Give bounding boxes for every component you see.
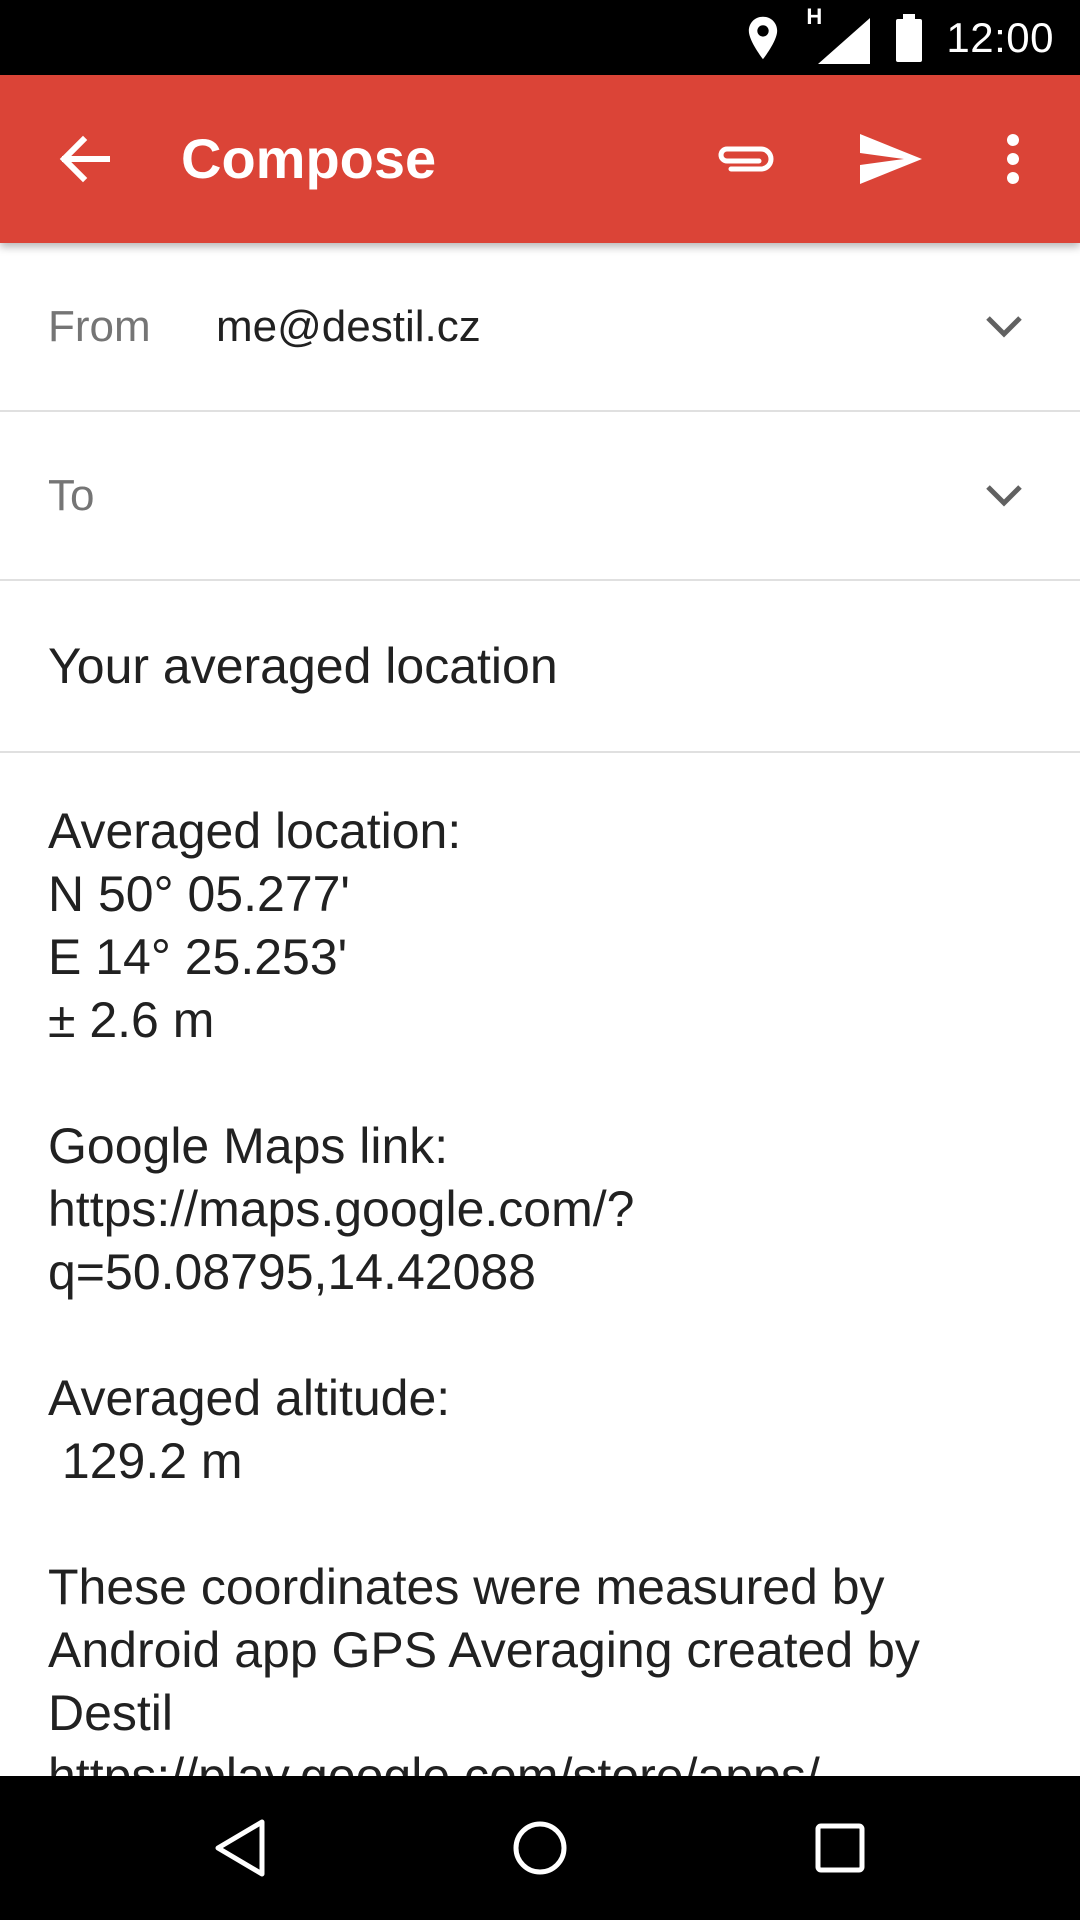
- battery-icon: [896, 13, 923, 62]
- status-bar: H 12:00: [0, 0, 1080, 75]
- from-label: From: [48, 302, 151, 351]
- page-title: Compose: [181, 127, 437, 190]
- to-input[interactable]: [216, 462, 936, 532]
- status-icons: H 12:00: [746, 0, 1054, 75]
- nav-recents-button[interactable]: [800, 1808, 880, 1888]
- nav-back-icon: [215, 1819, 265, 1877]
- nav-home-button[interactable]: [500, 1808, 580, 1888]
- chevron-down-icon: [986, 485, 1022, 507]
- message-body-text[interactable]: Averaged location: N 50° 05.277' E 14° 2…: [48, 800, 1048, 1776]
- overflow-menu-icon: [1007, 134, 1019, 184]
- overflow-menu-button[interactable]: [978, 119, 1048, 199]
- back-arrow-icon: [59, 135, 110, 183]
- attach-button[interactable]: [700, 119, 790, 199]
- status-time: 12:00: [946, 13, 1054, 61]
- subject-row[interactable]: Your averaged location: [0, 581, 1080, 753]
- message-body[interactable]: Averaged location: N 50° 05.277' E 14° 2…: [48, 800, 1048, 1776]
- app-bar: Compose: [0, 75, 1080, 243]
- send-button[interactable]: [846, 119, 936, 199]
- send-icon: [860, 134, 922, 184]
- nav-back-button[interactable]: [200, 1808, 280, 1888]
- from-account-field[interactable]: me@destil.cz: [216, 243, 481, 410]
- signal-icon: H: [806, 4, 871, 64]
- attach-icon: [718, 146, 774, 172]
- nav-home-icon: [513, 1821, 567, 1875]
- network-type-label: H: [806, 3, 823, 29]
- to-label: To: [48, 471, 95, 520]
- location-icon: [749, 16, 778, 59]
- from-dropdown-button[interactable]: [968, 297, 1040, 357]
- back-button[interactable]: [38, 119, 130, 199]
- subject-field[interactable]: Your averaged location: [48, 581, 558, 751]
- nav-recents-icon: [815, 1823, 865, 1873]
- to-row: To: [0, 412, 1080, 581]
- from-row: From me@destil.cz: [0, 243, 1080, 412]
- navigation-bar: [0, 1776, 1080, 1920]
- to-dropdown-button[interactable]: [968, 466, 1040, 526]
- chevron-down-icon: [986, 316, 1022, 338]
